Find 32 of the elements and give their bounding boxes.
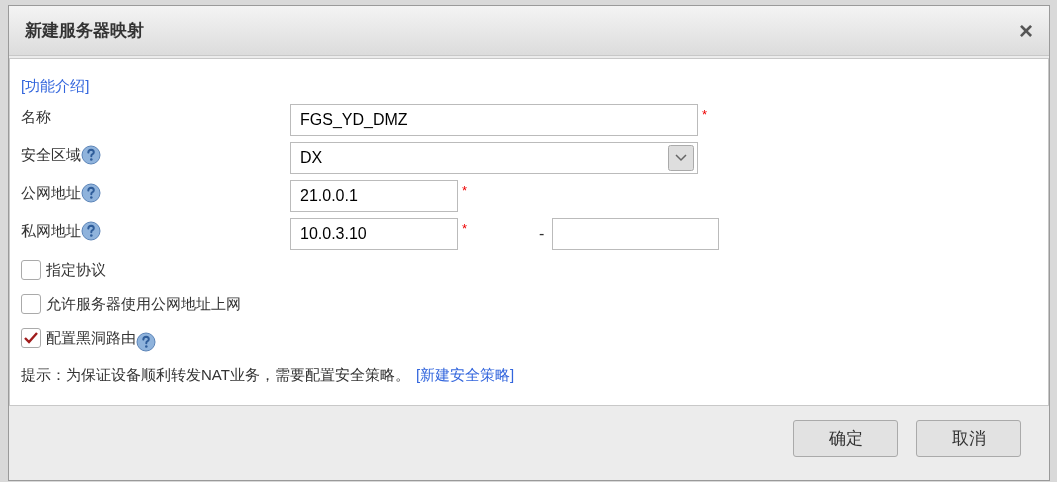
checkbox[interactable] — [21, 294, 41, 314]
input-field[interactable] — [552, 218, 720, 250]
dialog-button[interactable]: 取消 — [916, 420, 1021, 457]
field-label: 名称 — [21, 107, 51, 127]
help-icon[interactable] — [81, 221, 101, 242]
dialog-title: 新建服务器映射 — [25, 19, 144, 42]
dialog-button[interactable]: 确定 — [793, 420, 898, 457]
required-mark: * — [462, 182, 468, 200]
field-label: 私网地址 — [21, 221, 81, 241]
required-mark: * — [462, 220, 468, 238]
required-mark: * — [702, 106, 708, 124]
input-field[interactable]: 10.0.3.10 — [290, 218, 458, 250]
check-icon — [23, 331, 39, 345]
help-icon[interactable] — [136, 332, 156, 352]
close-button[interactable]: × — [1019, 18, 1033, 43]
input-field[interactable]: 21.0.0.1 — [290, 180, 458, 212]
hint-text: 提示：为保证设备顺利转发NAT业务，需要配置安全策略。 — [21, 364, 410, 385]
zone-select[interactable]: DX — [290, 142, 698, 174]
new-policy-link[interactable]: [新建安全策略] — [415, 363, 515, 387]
checkbox[interactable] — [21, 260, 41, 280]
checkbox-label: 配置黑洞路由 — [46, 327, 136, 348]
help-icon[interactable] — [81, 183, 101, 204]
checkbox-label: 允许服务器使用公网地址上网 — [46, 293, 241, 314]
select-value: DX — [300, 148, 323, 168]
checkbox[interactable] — [21, 328, 41, 348]
field-label: 安全区域 — [21, 145, 81, 165]
help-link[interactable]: [功能介绍] — [21, 74, 90, 98]
help-icon[interactable] — [81, 145, 101, 166]
field-label: 公网地址 — [21, 183, 81, 203]
range-separator: - — [539, 224, 545, 244]
checkbox-label: 指定协议 — [46, 259, 106, 280]
input-field[interactable]: FGS_YD_DMZ — [290, 104, 698, 136]
